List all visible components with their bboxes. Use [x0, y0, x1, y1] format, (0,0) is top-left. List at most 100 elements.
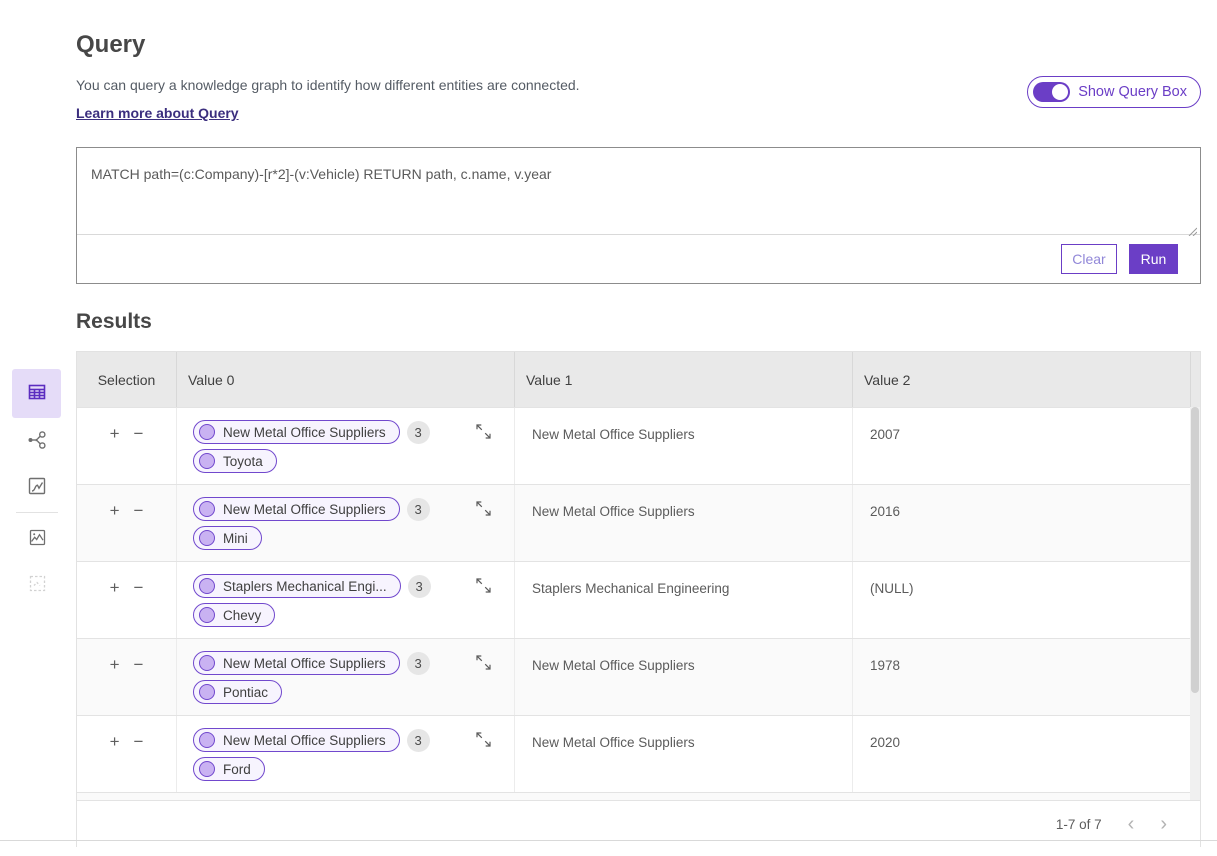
value2-cell: 1978	[853, 639, 1191, 715]
value0-cell: New Metal Office Suppliers 3 Mini	[177, 485, 515, 561]
add-selection-button[interactable]: +	[110, 656, 120, 673]
table-row: + − New Metal Office Suppliers 3	[77, 484, 1200, 561]
path-line: New Metal Office Suppliers 3	[193, 728, 514, 752]
page-title: Query	[76, 31, 1201, 59]
entity-pill[interactable]: Toyota	[193, 449, 277, 473]
value1-cell: New Metal Office Suppliers	[515, 716, 853, 792]
remove-selection-button[interactable]: −	[134, 502, 144, 519]
add-selection-button[interactable]: +	[110, 425, 120, 442]
value2-cell: 2016	[853, 485, 1191, 561]
view-switcher-rail	[12, 369, 61, 607]
selection-cell: + −	[77, 485, 177, 561]
column-header-value0: Value 0	[177, 352, 515, 407]
entity-pill[interactable]: Ford	[193, 757, 265, 781]
table-row: + − New Metal Office Suppliers 3	[77, 715, 1200, 792]
entity-pill[interactable]: Staplers Mechanical Engi...	[193, 574, 401, 598]
value1-cell: New Metal Office Suppliers	[515, 408, 853, 484]
value1-cell: New Metal Office Suppliers	[515, 639, 853, 715]
expand-path-icon[interactable]	[475, 731, 492, 748]
selection-cell: + −	[77, 639, 177, 715]
entity-pill[interactable]: Mini	[193, 526, 262, 550]
entity-pill[interactable]: Pontiac	[193, 680, 282, 704]
table-body: + − New Metal Office Suppliers 3	[77, 407, 1200, 792]
selection-cell: + −	[77, 562, 177, 638]
page-bottom-divider	[0, 840, 1217, 841]
sidebar-item-chart-view[interactable]	[12, 464, 61, 510]
next-page-icon[interactable]: ›	[1160, 814, 1167, 834]
expand-path-icon[interactable]	[475, 500, 492, 517]
sidebar-item-graph-view[interactable]	[12, 418, 61, 464]
partial-row	[77, 792, 1200, 800]
path-line: Toyota	[193, 449, 514, 473]
remove-selection-button[interactable]: −	[134, 425, 144, 442]
node-icon	[199, 530, 215, 546]
path-line: Chevy	[193, 603, 514, 627]
map-view-icon	[26, 526, 48, 551]
add-selection-button[interactable]: +	[110, 733, 120, 750]
sidebar-item-map-view[interactable]	[12, 515, 61, 561]
table-row: + − New Metal Office Suppliers 3	[77, 407, 1200, 484]
entity-pill[interactable]: New Metal Office Suppliers	[193, 651, 400, 675]
query-actions: Clear Run	[77, 235, 1200, 283]
toggle-switch-icon	[1033, 82, 1070, 102]
results-title: Results	[76, 310, 1201, 334]
scrollbar-thumb[interactable]	[1191, 407, 1199, 693]
sidebar-item-widget-view[interactable]	[12, 561, 61, 607]
path-count-badge: 3	[407, 498, 430, 521]
node-icon	[199, 761, 215, 777]
column-header-selection: Selection	[77, 352, 177, 407]
value2-cell: (NULL)	[853, 562, 1191, 638]
graph-view-icon	[26, 429, 48, 454]
table-row: + − New Metal Office Suppliers 3	[77, 638, 1200, 715]
path-line: Mini	[193, 526, 514, 550]
remove-selection-button[interactable]: −	[134, 656, 144, 673]
page-description: You can query a knowledge graph to ident…	[76, 76, 580, 95]
query-panel: MATCH path=(c:Company)-[r*2]-(v:Vehicle)…	[76, 147, 1201, 284]
chart-view-icon	[26, 475, 48, 500]
results-table: Selection Value 0 Value 1 Value 2 + − Ne…	[76, 351, 1201, 847]
entity-pill[interactable]: New Metal Office Suppliers	[193, 497, 400, 521]
node-icon	[199, 424, 215, 440]
pagination-range: 1-7 of 7	[1056, 817, 1102, 832]
add-selection-button[interactable]: +	[110, 579, 120, 596]
expand-path-icon[interactable]	[475, 577, 492, 594]
rail-divider	[16, 512, 58, 513]
path-line: Ford	[193, 757, 514, 781]
run-button[interactable]: Run	[1129, 244, 1178, 274]
add-selection-button[interactable]: +	[110, 502, 120, 519]
main-content: Query You can query a knowledge graph to…	[76, 0, 1201, 847]
node-icon	[199, 732, 215, 748]
remove-selection-button[interactable]: −	[134, 733, 144, 750]
sidebar-item-table-view[interactable]	[12, 369, 61, 418]
value1-cell: Staplers Mechanical Engineering	[515, 562, 853, 638]
node-icon	[199, 607, 215, 623]
value0-cell: Staplers Mechanical Engi... 3 Chevy	[177, 562, 515, 638]
value0-cell: New Metal Office Suppliers 3 Toyota	[177, 408, 515, 484]
column-header-spacer	[1191, 352, 1202, 407]
expand-path-icon[interactable]	[475, 654, 492, 671]
textarea-resize-grip-icon[interactable]	[1187, 223, 1197, 232]
value1-cell: New Metal Office Suppliers	[515, 485, 853, 561]
node-icon	[199, 453, 215, 469]
entity-pill[interactable]: Chevy	[193, 603, 275, 627]
value2-cell: 2007	[853, 408, 1191, 484]
entity-pill[interactable]: New Metal Office Suppliers	[193, 420, 400, 444]
clear-button[interactable]: Clear	[1061, 244, 1117, 274]
vertical-scrollbar	[1190, 407, 1200, 800]
query-input[interactable]: MATCH path=(c:Company)-[r*2]-(v:Vehicle)…	[77, 148, 1200, 235]
path-count-badge: 3	[408, 575, 431, 598]
path-line: New Metal Office Suppliers 3	[193, 651, 514, 675]
path-count-badge: 3	[407, 421, 430, 444]
previous-page-icon[interactable]: ‹	[1128, 814, 1135, 834]
show-query-box-toggle[interactable]: Show Query Box	[1027, 76, 1201, 108]
table-header-row: Selection Value 0 Value 1 Value 2	[77, 352, 1200, 407]
remove-selection-button[interactable]: −	[134, 579, 144, 596]
table-row: + − Staplers Mechanical Engi... 3	[77, 561, 1200, 638]
path-line: New Metal Office Suppliers 3	[193, 497, 514, 521]
node-icon	[199, 684, 215, 700]
widget-view-icon	[26, 572, 48, 597]
learn-more-link[interactable]: Learn more about Query	[76, 105, 239, 121]
entity-pill[interactable]: New Metal Office Suppliers	[193, 728, 400, 752]
intro-row: You can query a knowledge graph to ident…	[76, 76, 1201, 123]
expand-path-icon[interactable]	[475, 423, 492, 440]
